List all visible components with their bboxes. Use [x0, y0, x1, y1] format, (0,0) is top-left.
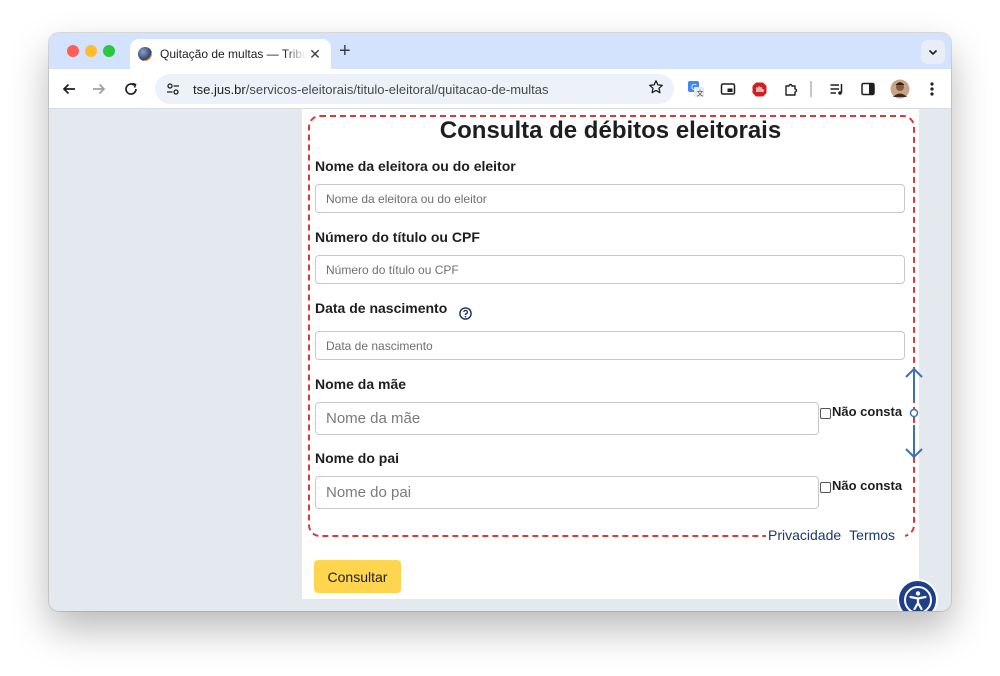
voter-name-input[interactable]	[315, 184, 905, 213]
tab-bar: Quitação de multas — Tribunal Superior E…	[49, 33, 951, 69]
father-name-input[interactable]	[315, 476, 819, 509]
resize-handle-icon[interactable]	[902, 367, 926, 459]
minimize-window-button[interactable]	[85, 45, 97, 57]
address-bar[interactable]: tse.jus.br/servicos-eleitorais/titulo-el…	[155, 74, 674, 104]
url-domain: tse.jus.br	[193, 81, 246, 97]
submit-button[interactable]: Consultar	[314, 560, 401, 593]
footer-links: Privacidade Termos	[766, 527, 906, 543]
close-icon[interactable]: ✕	[307, 46, 323, 63]
birth-date-label: Data de nascimento	[315, 300, 448, 316]
father-not-listed-label: Não consta	[832, 478, 903, 493]
back-arrow-icon[interactable]	[59, 79, 79, 99]
globe-favicon-icon	[138, 47, 152, 61]
site-settings-icon[interactable]	[165, 81, 181, 97]
url-text: tse.jus.br/servicos-eleitorais/titulo-el…	[193, 82, 549, 97]
title-or-cpf-input[interactable]	[315, 255, 905, 284]
mother-name-label: Nome da mãe	[315, 376, 407, 392]
mother-name-input[interactable]	[315, 402, 819, 435]
plus-icon[interactable]: +	[339, 41, 351, 61]
father-name-label: Nome do pai	[315, 450, 400, 466]
voter-name-label: Nome da eleitora ou do eleitor	[315, 158, 516, 174]
picture-in-picture-icon[interactable]	[719, 80, 737, 98]
mother-not-listed-checkbox[interactable]	[820, 408, 831, 419]
svg-text:文: 文	[697, 89, 704, 98]
title-or-cpf-label: Número do título ou CPF	[315, 229, 480, 245]
privacy-link[interactable]: Privacidade	[768, 527, 841, 543]
form-panel: Consulta de débitos eleitorais Nome da e…	[302, 109, 923, 599]
zoom-window-button[interactable]	[103, 45, 115, 57]
accessibility-icon[interactable]	[899, 581, 936, 611]
side-panel-icon[interactable]	[859, 80, 877, 98]
forward-arrow-icon[interactable]	[89, 79, 109, 99]
tab-title: Quitação de multas — Tribunal Superior E…	[160, 47, 306, 61]
star-icon[interactable]	[648, 79, 664, 100]
help-circle-icon[interactable]	[459, 307, 472, 320]
profile-avatar-icon[interactable]	[890, 79, 910, 99]
form-focus-outline	[308, 115, 915, 537]
puzzle-extension-icon[interactable]	[782, 80, 800, 98]
terms-link[interactable]: Termos	[849, 527, 895, 543]
page-title: Consulta de débitos eleitorais	[439, 117, 782, 144]
birth-date-input[interactable]	[315, 331, 905, 360]
page-content: Consulta de débitos eleitorais Nome da e…	[49, 109, 951, 611]
reading-list-icon[interactable]	[828, 80, 846, 98]
reload-icon[interactable]	[121, 79, 141, 99]
close-window-button[interactable]	[67, 45, 79, 57]
kebab-menu-icon[interactable]	[923, 80, 941, 98]
toolbar-divider	[810, 81, 812, 97]
mother-not-listed-label: Não consta	[832, 404, 903, 419]
tab-active[interactable]: Quitação de multas — Tribunal Superior E…	[130, 39, 331, 69]
father-not-listed-checkbox[interactable]	[820, 482, 831, 493]
url-path: /servicos-eleitorais/titulo-eleitoral/qu…	[245, 81, 549, 97]
browser-window: Quitação de multas — Tribunal Superior E…	[49, 33, 951, 611]
shield-extension-icon[interactable]	[750, 80, 768, 98]
chevron-down-icon[interactable]	[921, 40, 945, 64]
browser-toolbar: tse.jus.br/servicos-eleitorais/titulo-el…	[49, 69, 951, 109]
translate-icon[interactable]: G文	[687, 80, 705, 98]
